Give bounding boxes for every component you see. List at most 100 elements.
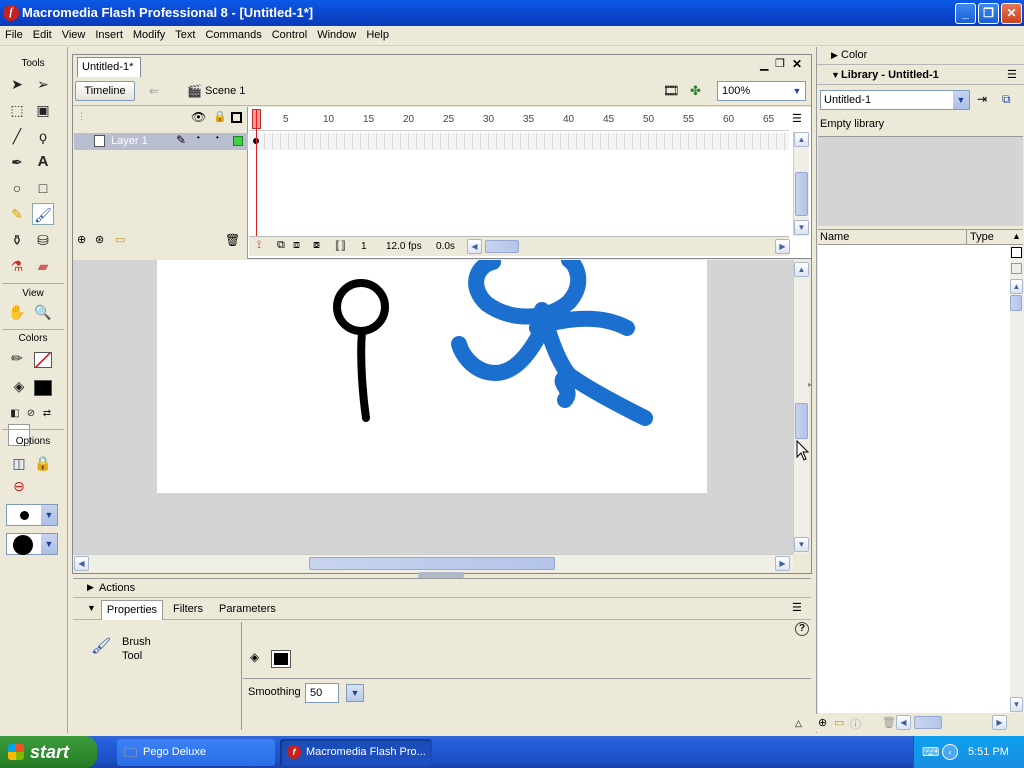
column-type[interactable]: Type [970, 231, 994, 243]
scroll-up-icon[interactable]: ▲ [794, 132, 809, 147]
layer-row[interactable]: Layer 1 ✎ • • [74, 133, 248, 150]
pressure-icon[interactable]: ⊖ [8, 475, 30, 497]
edit-scene-icon[interactable]: 🎞 [663, 83, 680, 99]
sort-order-icon[interactable]: ▲ [1012, 231, 1021, 241]
chevron-left-icon[interactable]: ‹ [942, 744, 958, 760]
pencil-tool-icon[interactable]: ✎ [6, 203, 28, 225]
scroll-down-icon[interactable]: ▼ [1010, 697, 1023, 712]
swap-colors-icon[interactable]: ⇄ [36, 403, 58, 425]
paint-bucket-icon[interactable]: ⛁ [32, 229, 54, 251]
menu-edit[interactable]: Edit [28, 26, 57, 44]
brush-tool-icon[interactable]: 🖌 [32, 203, 54, 225]
resize-icon[interactable]: △ [795, 718, 802, 729]
scroll-down-icon[interactable]: ▼ [794, 537, 809, 552]
restore-button[interactable]: ❐ [978, 3, 999, 24]
stroke-color-swatch[interactable] [34, 352, 52, 368]
doc-minimize-icon[interactable]: ▁ [760, 58, 768, 71]
ink-bottle-icon[interactable]: ⚱ [6, 229, 28, 251]
tab-parameters[interactable]: Parameters [219, 603, 276, 615]
scroll-left-icon[interactable]: ◀ [467, 239, 482, 254]
scroll-thumb[interactable] [795, 403, 808, 439]
clock[interactable]: 5:51 PM [968, 736, 1009, 768]
panel-menu-icon[interactable]: ☰ [1007, 66, 1017, 84]
flash-app-icon[interactable]: f [3, 5, 19, 21]
chevron-down-icon[interactable]: ▼ [953, 91, 969, 109]
taskbar-item-pego-deluxe[interactable]: 🗀 Pego Deluxe [117, 739, 275, 766]
frame-rate[interactable]: 12.0 fps [386, 241, 422, 252]
keyboard-icon[interactable]: ⌨ [922, 736, 939, 768]
scroll-up-icon[interactable]: ▲ [794, 262, 809, 277]
stroke-color-icon[interactable]: ✏ [6, 347, 28, 369]
chevron-down-icon[interactable]: ▼ [41, 534, 57, 554]
scene-label[interactable]: Scene 1 [205, 85, 245, 97]
zoom-dropdown[interactable]: 100% ▼ [717, 81, 806, 101]
new-library-panel-icon[interactable]: ⧉ [1002, 92, 1011, 107]
fill-color-picker[interactable] [271, 650, 291, 668]
frame-row[interactable] [249, 133, 789, 150]
collapse-handle-icon[interactable]: ▸ [808, 380, 816, 400]
outline-icon[interactable] [231, 112, 242, 123]
scroll-up-icon[interactable]: ▲ [1010, 279, 1023, 294]
menu-commands[interactable]: Commands [200, 26, 266, 44]
brush-mode-icon[interactable]: ◫ [8, 452, 30, 474]
scroll-left-icon[interactable]: ◀ [896, 715, 911, 730]
selection-arrow-icon[interactable]: ➤ [6, 73, 28, 95]
lock-fill-icon[interactable]: 🔒 [32, 452, 54, 474]
menu-insert[interactable]: Insert [90, 26, 128, 44]
scroll-left-icon[interactable]: ◀ [74, 556, 89, 571]
hand-tool-icon[interactable]: ✋ [6, 301, 28, 323]
scroll-thumb[interactable] [309, 557, 555, 570]
oval-tool-icon[interactable]: ○ [6, 177, 28, 199]
menu-view[interactable]: View [57, 26, 91, 44]
lock-icon[interactable]: 🔒 [213, 110, 227, 123]
library-title[interactable]: Library - Untitled-1 [841, 69, 939, 81]
new-symbol-icon[interactable]: ⊕ [818, 716, 827, 729]
library-panel-header[interactable]: ▼ Library - Untitled-1 ☰ [817, 66, 1024, 85]
collapse-arrow-icon[interactable]: ▼ [831, 66, 840, 84]
tab-properties[interactable]: Properties [101, 600, 163, 620]
scroll-right-icon[interactable]: ▶ [775, 239, 790, 254]
menu-window[interactable]: Window [312, 26, 361, 44]
rectangle-tool-icon[interactable]: □ [32, 177, 54, 199]
scroll-thumb[interactable] [1010, 295, 1022, 311]
brush-size-dropdown[interactable]: ▼ [6, 504, 58, 526]
layer-name[interactable]: Layer 1 [111, 135, 148, 147]
timeline-toggle-button[interactable]: Timeline [75, 81, 135, 101]
doc-restore-icon[interactable]: ❐ [775, 57, 785, 70]
edit-symbols-icon[interactable]: ✤ [690, 83, 701, 99]
collapse-arrow-icon[interactable]: ▼ [87, 603, 96, 613]
scroll-right-icon[interactable]: ▶ [992, 715, 1007, 730]
properties-icon[interactable]: ⓘ [850, 716, 861, 732]
panel-menu-icon[interactable]: ☰ [792, 601, 802, 614]
pin-library-icon[interactable]: ⇥ [977, 92, 987, 106]
free-transform-icon[interactable]: ⬚ [6, 99, 28, 121]
new-folder-icon[interactable]: ▭ [834, 716, 844, 729]
back-arrow-icon[interactable]: ⇐ [149, 84, 159, 98]
menu-modify[interactable]: Modify [128, 26, 170, 44]
timeline-hscroll-thumb[interactable] [485, 240, 519, 253]
scroll-thumb[interactable] [795, 172, 808, 216]
color-panel-label[interactable]: Color [841, 49, 867, 61]
line-tool-icon[interactable]: ╱ [6, 125, 28, 147]
frame-header[interactable]: 1 5 10 15 20 25 30 35 40 45 50 55 60 65 [249, 109, 789, 131]
doc-close-icon[interactable]: ✕ [792, 57, 802, 71]
unlock-dot-icon[interactable]: • [216, 133, 219, 142]
onion-skin-icon[interactable]: ⧉ [277, 239, 285, 252]
chevron-down-icon[interactable]: ▼ [346, 684, 364, 702]
trash-icon[interactable]: 🗑 [882, 716, 896, 729]
onion-outline-icon[interactable]: ⧈ [293, 239, 300, 252]
smoothing-input[interactable]: 50 [305, 683, 339, 703]
center-frame-icon[interactable]: ⟟ [257, 239, 261, 252]
scroll-down-icon[interactable]: ▼ [794, 220, 809, 235]
taskbar-item-flash[interactable]: f Macromedia Flash Pro... [280, 739, 432, 766]
modify-markers-icon[interactable]: ⟦⟧ [335, 239, 346, 252]
library-document-dropdown[interactable]: Untitled-1 ▼ [820, 90, 970, 110]
wide-view-icon[interactable] [1011, 247, 1022, 258]
fill-color-swatch[interactable] [34, 380, 52, 396]
chevron-down-icon[interactable]: ▼ [41, 505, 57, 525]
minimize-button[interactable]: _ [955, 3, 976, 24]
visible-dot-icon[interactable]: • [197, 133, 200, 142]
color-panel-header[interactable]: ▶ Color [817, 46, 1024, 65]
library-item-list[interactable] [818, 245, 1010, 713]
text-tool-icon[interactable]: A [32, 151, 54, 173]
